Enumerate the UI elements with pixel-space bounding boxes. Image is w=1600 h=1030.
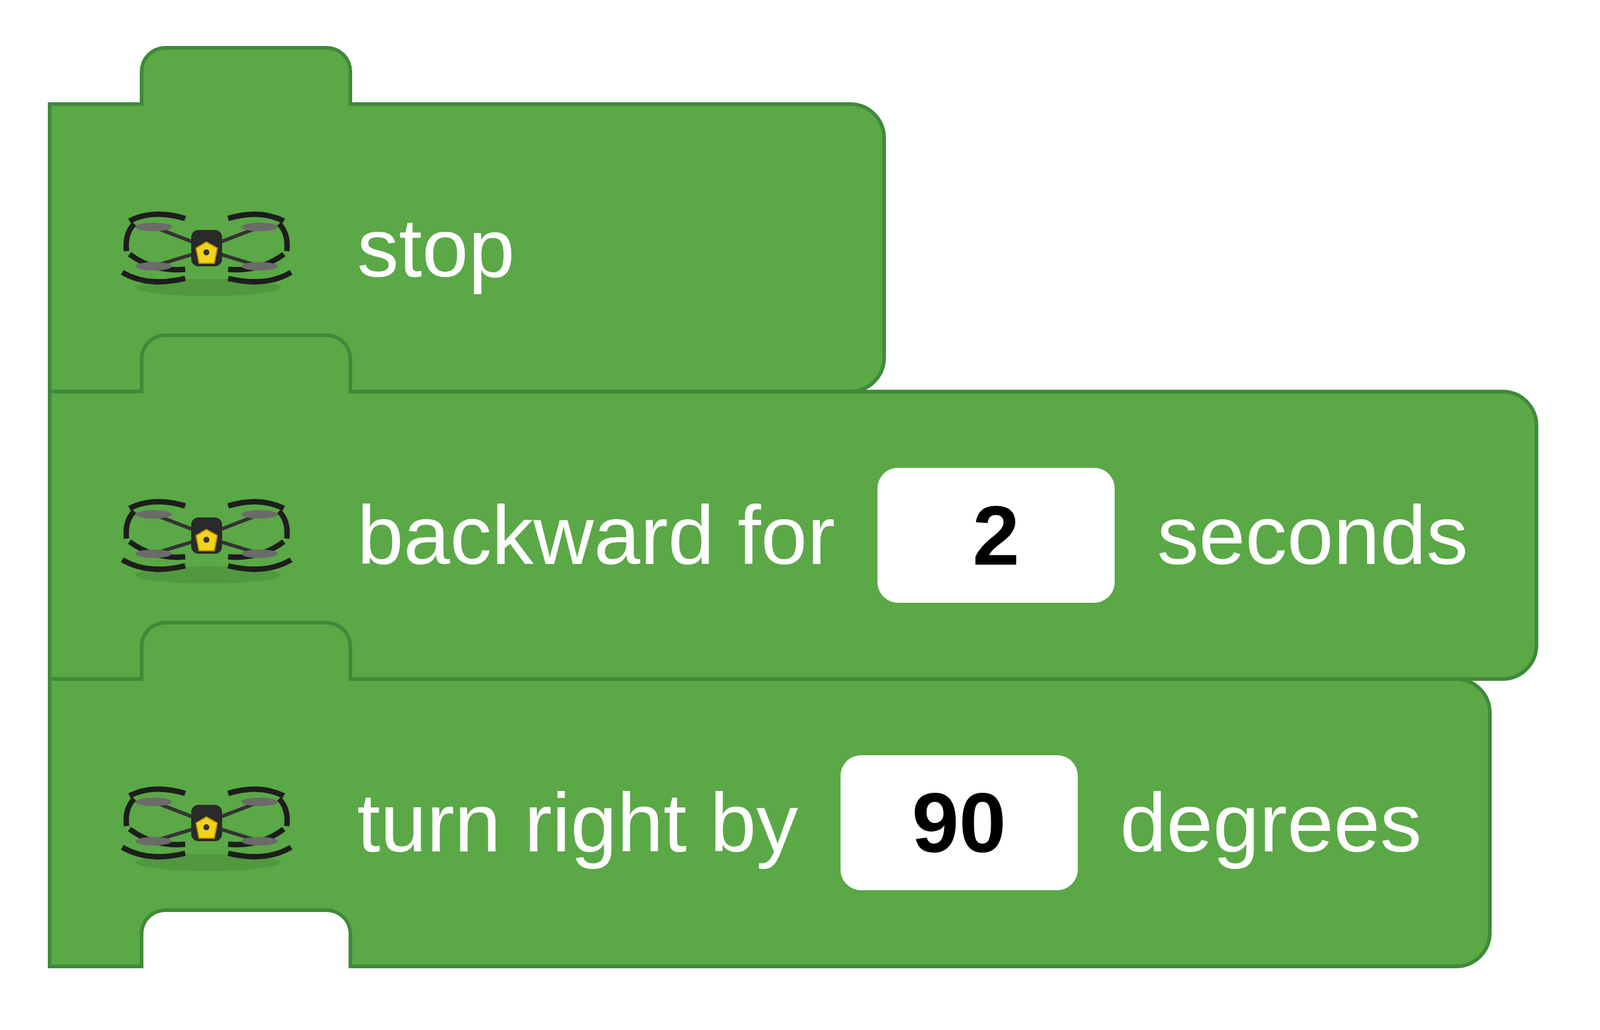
block-label: degrees: [1120, 774, 1423, 871]
command-block[interactable]: turn right by 90 degrees: [47, 677, 1492, 969]
drone-icon: [117, 771, 296, 875]
block-label: stop: [357, 199, 515, 296]
number-input[interactable]: 90: [840, 755, 1078, 891]
block-label: turn right by: [357, 774, 799, 871]
drone-icon: [117, 484, 296, 587]
drone-icon: [117, 196, 296, 300]
block-content: turn right by 90 degrees: [117, 680, 1422, 965]
number-input[interactable]: 2: [877, 467, 1115, 603]
block-stack: stop backward for 2 seconds turn right by 90 d…: [0, 0, 1600, 1005]
block-label: seconds: [1157, 487, 1469, 584]
block-label: backward for: [357, 487, 836, 584]
